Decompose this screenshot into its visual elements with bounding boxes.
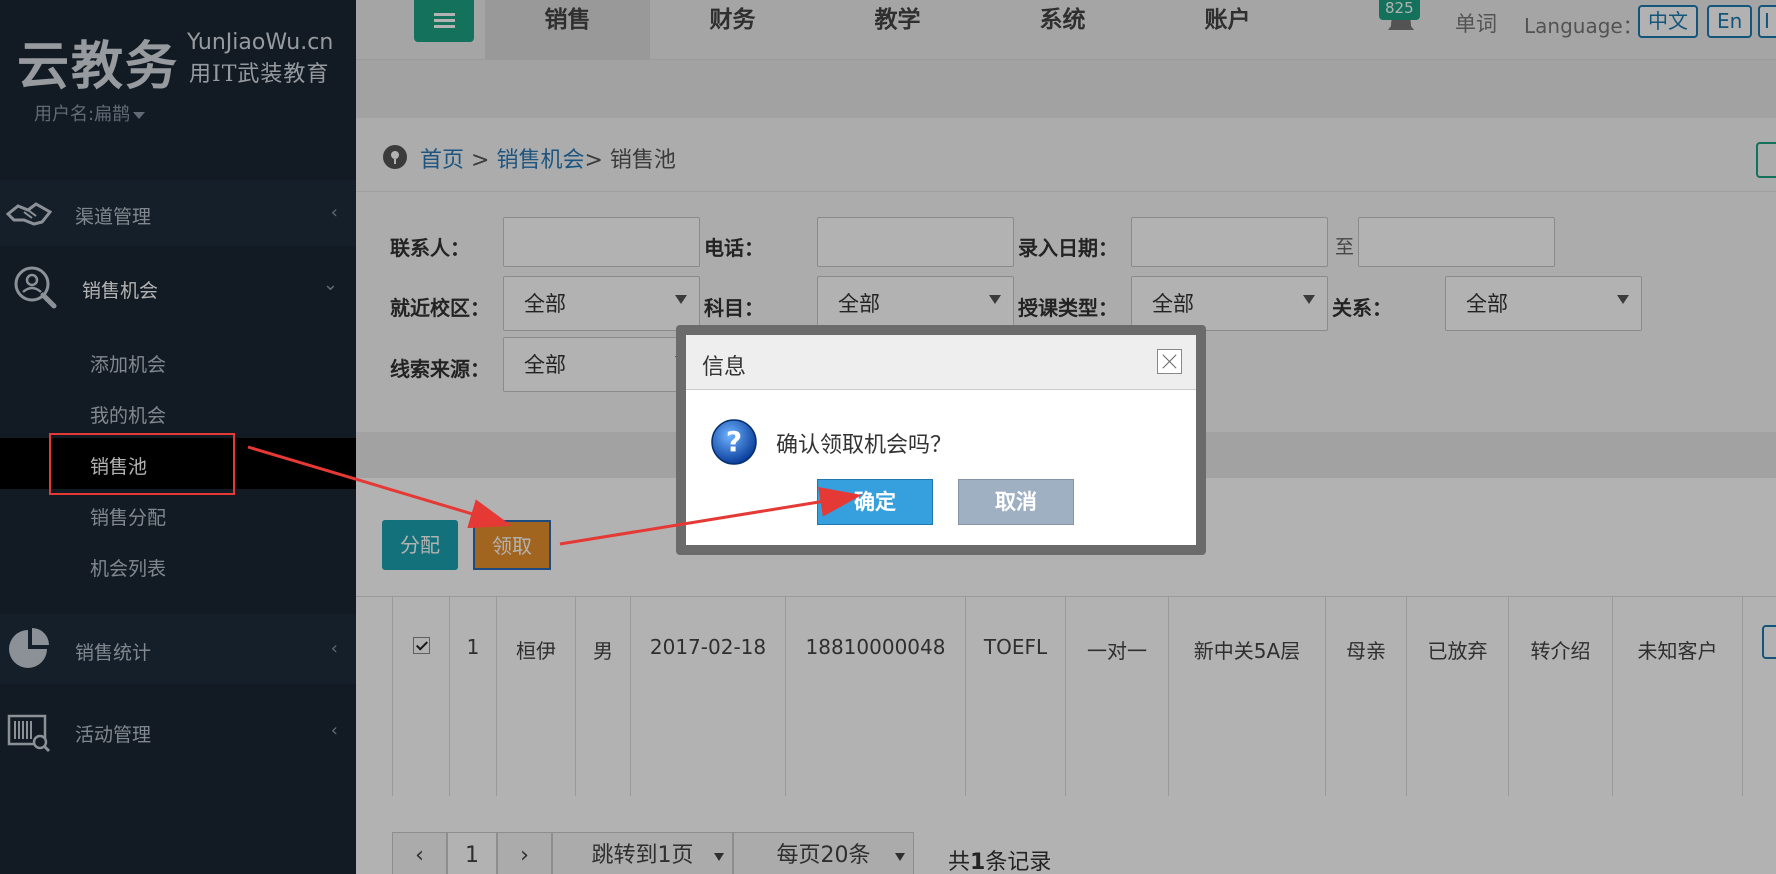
confirm-dialog: 信息 ? 确认领取机会吗？ 确定 取消 [686,335,1196,545]
dialog-title: 信息 [702,355,747,380]
dialog-header: 信息 [686,335,1196,390]
question-icon: ? [711,419,757,465]
close-icon[interactable] [1157,349,1182,374]
annotation-highlight-box [49,433,235,495]
svg-text:?: ? [726,425,742,458]
confirm-ok-button[interactable]: 确定 [817,479,933,525]
dialog-message: 确认领取机会吗？ [776,433,953,458]
confirm-cancel-button[interactable]: 取消 [958,479,1074,525]
